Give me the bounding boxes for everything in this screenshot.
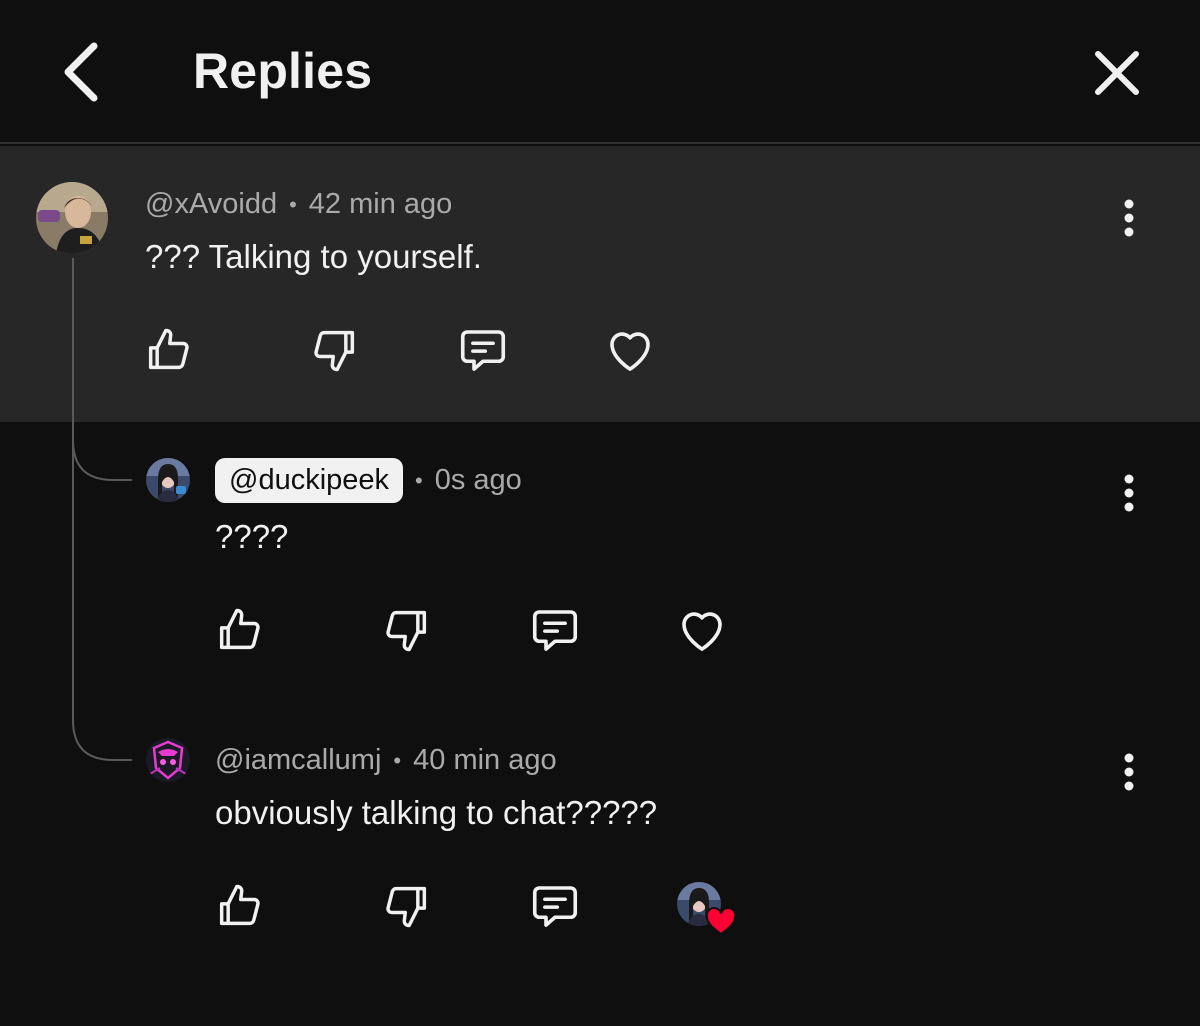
reply-button[interactable] <box>525 876 585 936</box>
like-button[interactable] <box>209 600 269 660</box>
back-button[interactable] <box>52 38 112 106</box>
heart-icon <box>682 612 722 651</box>
meta-separator: • <box>415 467 423 493</box>
timestamp: 40 min ago <box>413 744 557 776</box>
avatar[interactable] <box>146 458 190 502</box>
thumbs-up-icon <box>219 884 260 926</box>
more-options-button[interactable] <box>1109 188 1149 248</box>
close-icon <box>1095 51 1139 95</box>
comment-meta: @duckipeek • 0s ago <box>215 458 522 503</box>
comment-icon <box>532 610 578 651</box>
thumbs-down-icon <box>314 330 355 372</box>
more-options-button[interactable] <box>1109 463 1149 523</box>
comment-text: ??? Talking to yourself. <box>145 238 482 275</box>
author-name[interactable]: @iamcallumj <box>215 744 381 777</box>
close-button[interactable] <box>1090 46 1144 100</box>
heart-icon <box>610 332 650 371</box>
thumbs-up-icon <box>148 328 189 370</box>
more-options-button[interactable] <box>1109 742 1149 802</box>
comment-actions <box>209 600 749 660</box>
reply-button[interactable] <box>525 600 585 660</box>
comment-text: obviously talking to chat????? <box>215 794 658 831</box>
replies-header: Replies <box>0 0 1200 144</box>
avatar[interactable] <box>146 738 190 782</box>
comment-actions <box>209 876 749 936</box>
dislike-button[interactable] <box>305 320 365 380</box>
timestamp: 42 min ago <box>308 188 453 220</box>
thumbs-up-icon <box>219 608 260 650</box>
like-button[interactable] <box>138 320 198 380</box>
thumbs-down-icon <box>386 886 427 928</box>
chevron-left-icon <box>64 42 98 102</box>
meta-separator: • <box>289 191 297 217</box>
comment-meta: @xAvoidd • 42 min ago <box>145 188 452 221</box>
comment-text: ???? <box>215 518 289 555</box>
more-vertical-icon <box>1124 199 1134 237</box>
comment-actions <box>138 320 678 380</box>
replies-screen: Replies @xAvoidd • 42 min ago ??? Talkin… <box>0 0 1200 1026</box>
more-vertical-icon <box>1124 753 1134 791</box>
author-chip[interactable]: @duckipeek <box>215 458 404 503</box>
meta-separator: • <box>393 747 402 773</box>
thumbs-down-icon <box>386 610 427 652</box>
timestamp: 0s ago <box>434 464 522 496</box>
author-name[interactable]: @xAvoidd <box>145 188 277 221</box>
comment-icon <box>460 330 506 371</box>
dislike-button[interactable] <box>377 876 437 936</box>
like-button[interactable] <box>209 876 269 936</box>
dislike-button[interactable] <box>377 600 437 660</box>
page-title: Replies <box>193 43 373 99</box>
reply-button[interactable] <box>453 320 513 380</box>
creator-heart-badge-icon <box>677 882 737 936</box>
comment-meta: @iamcallumj • 40 min ago <box>215 744 557 777</box>
creator-heart-button[interactable] <box>671 876 743 940</box>
heart-button[interactable] <box>600 320 660 380</box>
comment-icon <box>532 886 578 927</box>
more-vertical-icon <box>1124 474 1134 512</box>
heart-button[interactable] <box>672 600 732 660</box>
avatar[interactable] <box>36 182 108 254</box>
